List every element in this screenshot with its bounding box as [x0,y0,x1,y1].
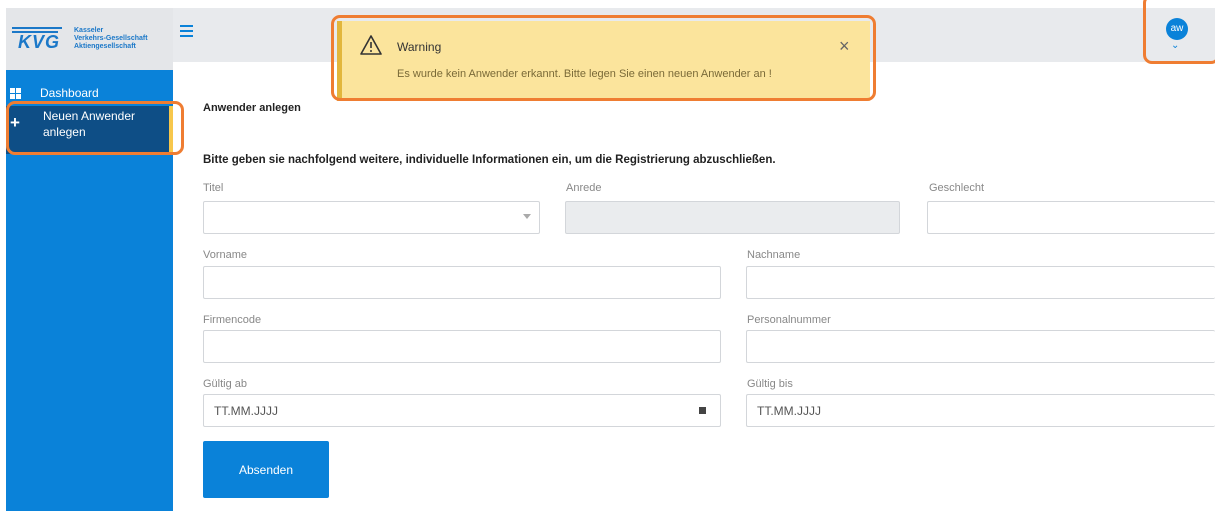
vorname-input[interactable] [203,266,721,299]
warning-highlight [331,15,876,101]
company-name: Kasseler Verkehrs-Gesellschaft Aktienges… [74,27,148,50]
geschlecht-label: Geschlecht [929,182,985,194]
dashboard-grid-icon [10,87,21,99]
vorname-label: Vorname [203,249,248,261]
gueltig-bis-label: Gültig bis [747,378,793,390]
personalnummer-input[interactable] [746,330,1215,363]
app-root: KVG Kasseler Verkehrs-Gesellschaft Aktie… [0,0,1215,511]
geschlecht-field[interactable] [927,201,1215,234]
hamburger-menu-icon[interactable] [180,25,193,37]
dropdown-caret-icon [523,214,531,219]
titel-select[interactable] [203,201,540,234]
nachname-input[interactable] [746,266,1215,299]
sidebar: KVG Kasseler Verkehrs-Gesellschaft Aktie… [6,8,173,511]
absenden-button[interactable]: Absenden [203,441,329,498]
page-title: Anwender anlegen [203,102,301,114]
firmencode-label: Firmencode [203,314,262,326]
calendar-icon[interactable] [699,407,706,414]
gueltig-bis-date-input[interactable]: TT.MM.JJJJ [746,394,1215,427]
form-instructions: Bitte geben sie nachfolgend weitere, ind… [203,154,776,166]
nachname-label: Nachname [747,249,801,261]
gueltig-ab-date-input[interactable]: TT.MM.JJJJ [203,394,721,427]
anrede-field [565,201,900,234]
gueltig-ab-label: Gültig ab [203,378,248,390]
anrede-label: Anrede [566,182,602,194]
firmencode-input[interactable] [203,330,721,363]
avatar-highlight [1143,0,1215,64]
sidebar-item-label: Dashboard [40,86,99,100]
titel-label: Titel [203,182,224,194]
nav-highlight [6,101,184,155]
personalnummer-label: Personalnummer [747,314,831,326]
kvg-logo-mark: KVG [12,24,64,54]
kvg-logo[interactable]: KVG Kasseler Verkehrs-Gesellschaft Aktie… [6,8,173,70]
main-content: Anwender anlegen Bitte geben sie nachfol… [189,82,1215,511]
